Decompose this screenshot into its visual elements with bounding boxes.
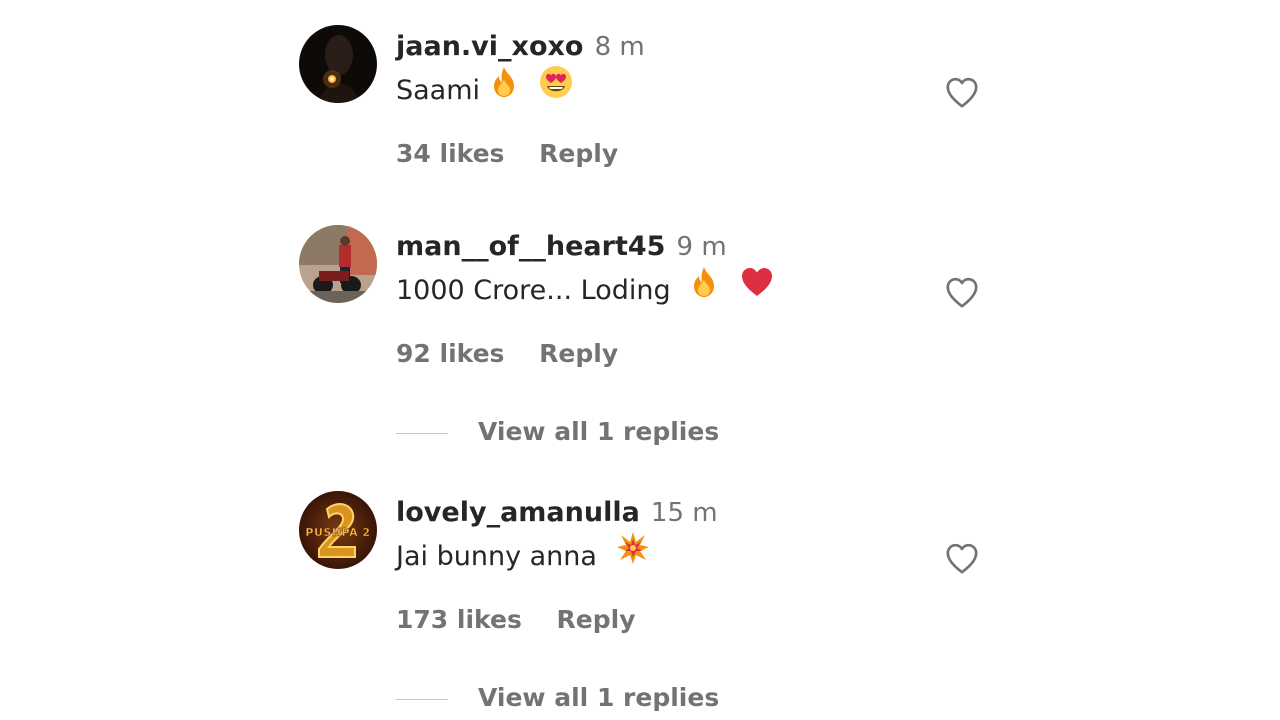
avatar[interactable]: PUSHPA 2	[299, 491, 377, 569]
comment-text: Jai bunny anna	[396, 531, 650, 579]
avatar-logo-text: PUSHPA 2	[305, 526, 370, 539]
heart-outline-icon	[946, 543, 978, 574]
replies-divider-line	[396, 432, 448, 434]
comment-body: Jai bunny anna	[396, 541, 597, 572]
comment-header: jaan.vi_xoxo 8 m	[396, 25, 645, 72]
username[interactable]: lovely_amanulla	[396, 497, 640, 528]
comment-meta: 34 likes Reply	[396, 134, 618, 174]
fire-emoji	[689, 266, 719, 312]
view-replies-button[interactable]: View all 1 replies	[396, 678, 719, 718]
reply-button[interactable]: Reply	[539, 339, 618, 368]
comment-meta: 173 likes Reply	[396, 600, 636, 640]
like-count[interactable]: 34 likes	[396, 139, 504, 168]
heart-eyes-emoji	[539, 65, 573, 113]
heart-outline-icon	[946, 77, 978, 108]
replies-divider-line	[396, 698, 448, 700]
comment-header: man__of__heart45 9 m	[396, 225, 727, 272]
timestamp: 8 m	[594, 32, 645, 62]
view-replies-label: View all 1 replies	[478, 417, 720, 446]
comment-header: lovely_amanulla 15 m	[396, 491, 718, 538]
like-button[interactable]	[942, 72, 982, 112]
comment-text: 1000 Crore... Loding	[396, 266, 774, 313]
comment-text: Saami	[396, 65, 573, 113]
comment-body: 1000 Crore... Loding	[396, 275, 671, 306]
comment-meta: 92 likes Reply	[396, 334, 618, 374]
view-replies-label: View all 1 replies	[478, 683, 720, 712]
heart-outline-icon	[946, 277, 978, 308]
reply-button[interactable]: Reply	[557, 605, 636, 634]
like-button[interactable]	[942, 538, 982, 578]
avatar[interactable]	[299, 25, 377, 103]
username[interactable]: jaan.vi_xoxo	[396, 31, 583, 62]
reply-button[interactable]: Reply	[539, 139, 618, 168]
red-heart-emoji	[740, 266, 774, 312]
view-replies-button[interactable]: View all 1 replies	[396, 412, 719, 452]
like-count[interactable]: 92 likes	[396, 339, 504, 368]
comment-body: Saami	[396, 75, 481, 106]
like-count[interactable]: 173 likes	[396, 605, 522, 634]
timestamp: 15 m	[650, 498, 718, 528]
timestamp: 9 m	[676, 232, 727, 262]
fire-emoji	[489, 66, 519, 112]
avatar[interactable]	[299, 225, 377, 303]
like-button[interactable]	[942, 272, 982, 312]
collision-emoji	[616, 531, 650, 579]
username[interactable]: man__of__heart45	[396, 231, 665, 262]
